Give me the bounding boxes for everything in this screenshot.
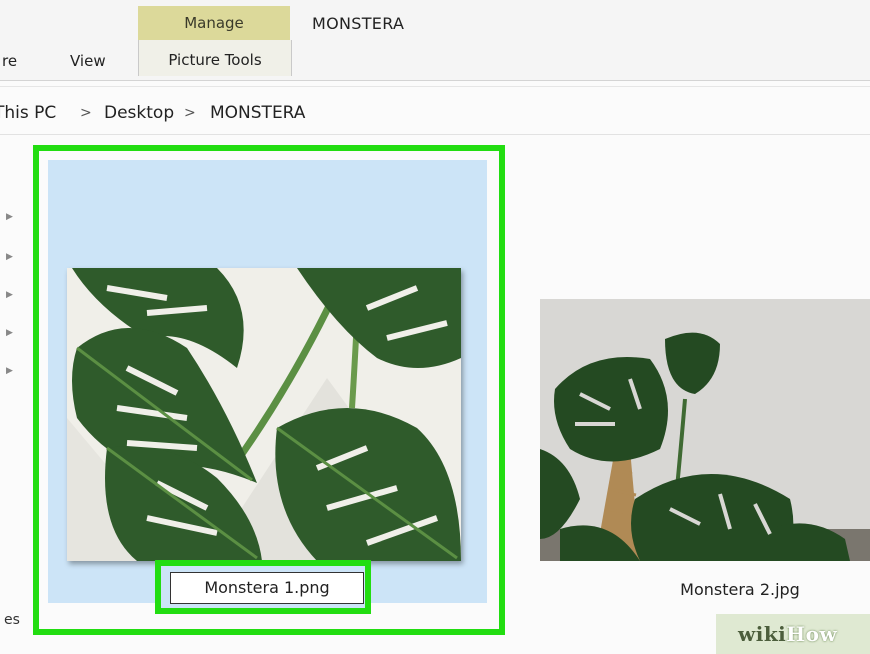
expand-chevron-icon[interactable]: ▶ bbox=[6, 252, 13, 262]
breadcrumb-desktop[interactable]: Desktop bbox=[104, 103, 174, 123]
watermark-logo: wikiHow bbox=[738, 622, 837, 646]
expand-chevron-icon[interactable]: ▶ bbox=[6, 366, 13, 376]
chevron-right-icon: > bbox=[80, 105, 92, 121]
rename-input[interactable]: Monstera 1.png bbox=[170, 572, 364, 604]
tab-manage[interactable]: Manage bbox=[138, 6, 290, 40]
picture-tools-label: Picture Tools bbox=[168, 51, 262, 69]
watermark-wiki: wiki bbox=[738, 622, 787, 646]
monstera-2-thumbnail[interactable] bbox=[540, 299, 870, 562]
watermark-how: How bbox=[786, 622, 838, 646]
expand-chevron-icon[interactable]: ▶ bbox=[6, 328, 13, 338]
expand-chevron-icon[interactable]: ▶ bbox=[6, 290, 13, 300]
breadcrumb[interactable]: This PC > Desktop > MONSTERA bbox=[0, 96, 870, 132]
expand-chevron-icon[interactable]: ▶ bbox=[6, 212, 13, 222]
ribbon bbox=[0, 0, 870, 80]
ribbon-divider bbox=[0, 80, 870, 81]
chevron-right-icon: > bbox=[184, 105, 196, 121]
tab-share[interactable]: re bbox=[2, 52, 17, 70]
file-name-monstera-2[interactable]: Monstera 2.jpg bbox=[640, 580, 840, 599]
picture-tools-group[interactable]: Picture Tools bbox=[138, 40, 292, 76]
tab-manage-label: Manage bbox=[184, 14, 244, 32]
breadcrumb-this-pc[interactable]: This PC bbox=[0, 103, 56, 123]
ribbon-divider-2 bbox=[0, 86, 870, 87]
breadcrumb-monstera[interactable]: MONSTERA bbox=[210, 103, 305, 123]
address-divider bbox=[0, 134, 870, 135]
nav-item-label[interactable]: es bbox=[4, 612, 20, 628]
tab-view[interactable]: View bbox=[70, 52, 106, 70]
window-title: MONSTERA bbox=[312, 14, 405, 33]
